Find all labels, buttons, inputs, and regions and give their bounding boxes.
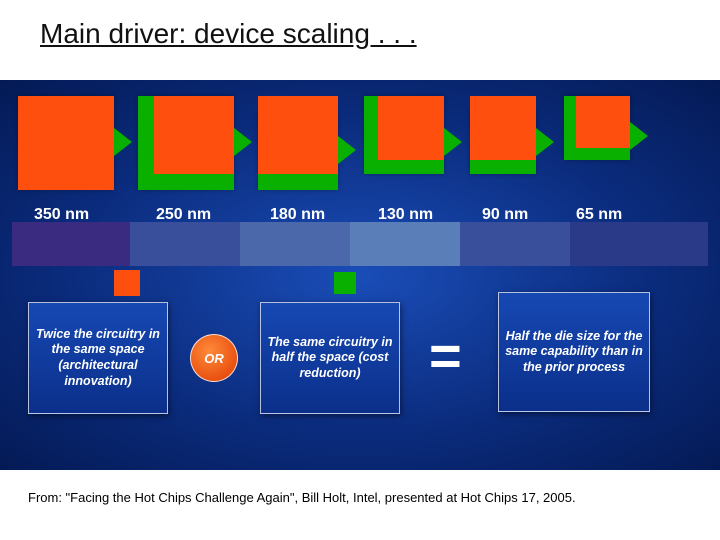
colorbar-segment xyxy=(460,222,570,266)
orange-square-65 xyxy=(576,96,630,148)
arrow-icon xyxy=(338,136,356,164)
or-operator: OR xyxy=(190,334,238,382)
arrow-icon xyxy=(630,122,648,150)
equation-card-3: Half the die size for the same capabilit… xyxy=(498,292,650,412)
slide-title: Main driver: device scaling . . . xyxy=(40,18,417,50)
colorbar-segment xyxy=(570,222,708,266)
equation-card-2: The same circuitry in half the space (co… xyxy=(260,302,400,414)
arrow-icon xyxy=(444,128,462,156)
citation-text: From: "Facing the Hot Chips Challenge Ag… xyxy=(28,490,576,505)
equation-card-1: Twice the circuitry in the same space (a… xyxy=(28,302,168,414)
orange-square-350 xyxy=(18,96,114,190)
orange-square-130 xyxy=(378,96,444,160)
equals-sign: = xyxy=(428,328,461,384)
process-node-row: 350 nm 250 nm 180 nm 130 nm 90 nm 65 nm xyxy=(12,98,708,216)
orange-square-250 xyxy=(154,96,234,174)
equation-row: Twice the circuitry in the same space (a… xyxy=(12,298,708,448)
orange-square-180 xyxy=(258,96,338,174)
arrow-icon xyxy=(234,128,252,156)
arrow-icon xyxy=(114,128,132,156)
colorbar-segment xyxy=(350,222,460,266)
arrow-icon xyxy=(536,128,554,156)
color-bar xyxy=(12,222,708,266)
figure-panel: 350 nm 250 nm 180 nm 130 nm 90 nm 65 nm xyxy=(0,80,720,470)
colorbar-segment xyxy=(12,222,130,266)
orange-square-90 xyxy=(470,96,536,160)
mini-orange-square xyxy=(114,270,140,296)
colorbar-segment xyxy=(240,222,350,266)
colorbar-segment xyxy=(130,222,240,266)
